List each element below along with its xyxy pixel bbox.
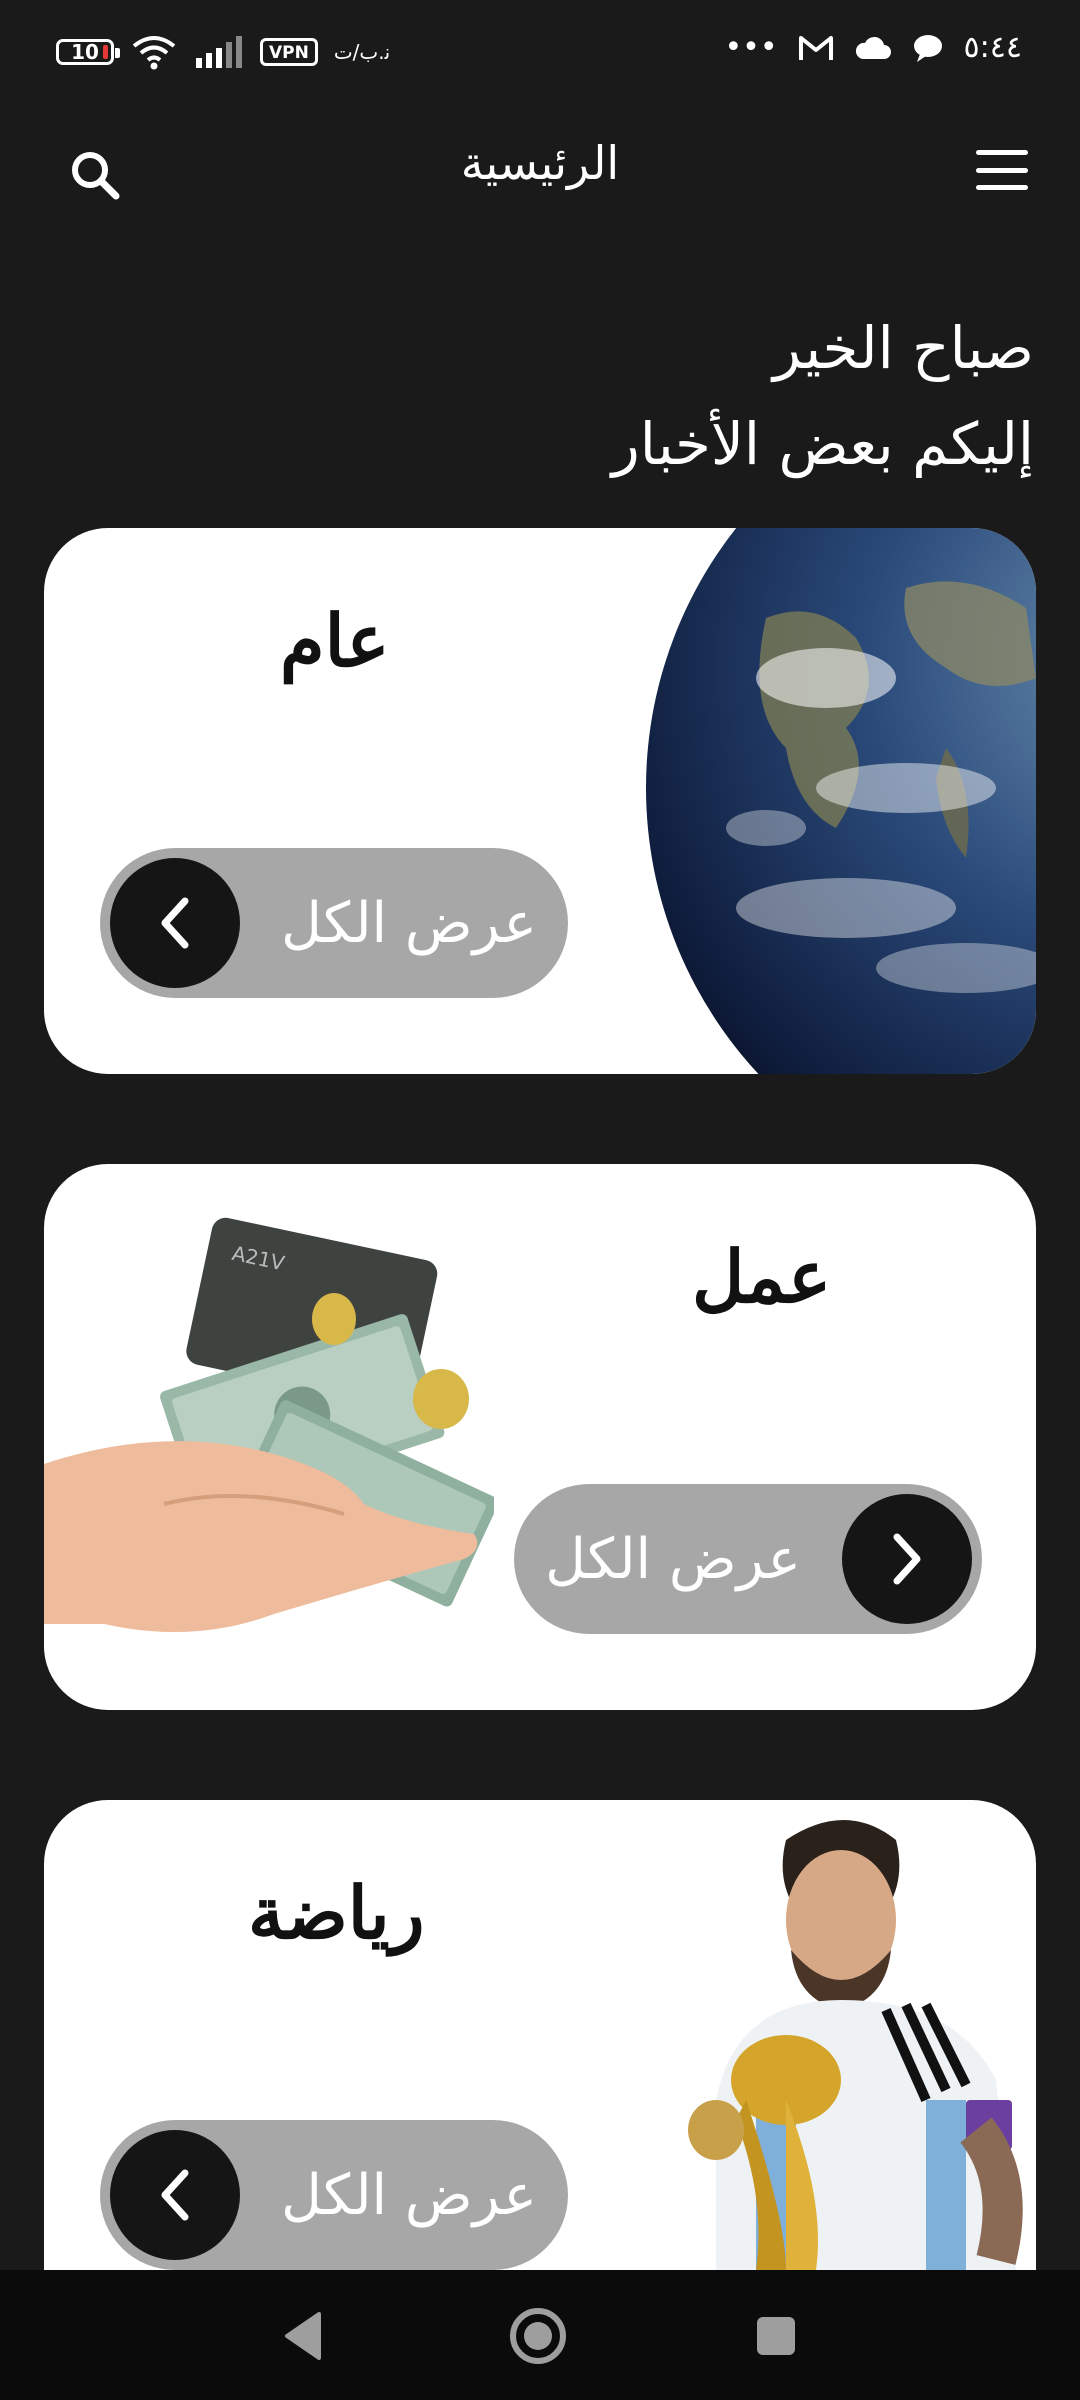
- home-button[interactable]: [506, 2304, 570, 2368]
- chevron-left-icon: [161, 2169, 189, 2221]
- chevron-right-icon: [893, 1533, 921, 1585]
- view-all-button[interactable]: عرض الكل: [514, 1484, 982, 1634]
- battery-level: 10: [71, 40, 99, 64]
- view-all-label: عرض الكل: [281, 890, 537, 956]
- category-title: عام: [280, 598, 390, 683]
- hand-with-money-image: A21V: [44, 1217, 494, 1632]
- menu-line: [976, 185, 1028, 190]
- signal-icon: [196, 36, 242, 68]
- carrier-text: ﻧ.ﺏ/ﺕ: [333, 40, 391, 64]
- menu-line: [976, 167, 1028, 173]
- category-card-sports[interactable]: رياضة عرض الكل: [44, 1800, 1036, 2270]
- category-card-business[interactable]: A21V عمل عرض الكل: [44, 1164, 1036, 1710]
- app-header: الرئيسية: [0, 110, 1080, 230]
- system-navigation-bar: [0, 2270, 1080, 2400]
- player-with-trophy-image: [688, 1820, 1023, 2270]
- recents-square-icon: [757, 2317, 795, 2355]
- page-title: الرئيسية: [460, 136, 620, 190]
- cloud-icon: [855, 36, 891, 59]
- chevron-left-icon: [161, 897, 189, 949]
- greeting-line-2: إليكم بعض الأخبار: [611, 410, 1034, 478]
- category-card-general[interactable]: عام عرض الكل: [44, 528, 1036, 1074]
- view-all-button[interactable]: عرض الكل: [100, 848, 568, 998]
- view-all-label: عرض الكل: [281, 2162, 537, 2228]
- category-title: عمل: [692, 1234, 832, 1319]
- gmail-icon: [798, 35, 833, 60]
- earth-globe-image: [646, 528, 1036, 1074]
- category-title: رياضة: [248, 1870, 425, 1955]
- status-right: ••• ٥:٤٤: [724, 30, 1022, 65]
- battery-low-indicator: [103, 45, 108, 59]
- more-notifications-icon: •••: [724, 30, 778, 65]
- chat-bubble-icon: [913, 34, 942, 62]
- clock-time: ٥:٤٤: [963, 30, 1022, 65]
- status-left: 10 VPN ﻧ.ﺏ/ﺕ: [56, 34, 390, 70]
- recents-button[interactable]: [744, 2304, 808, 2368]
- battery-icon: 10: [56, 39, 120, 65]
- view-all-label: عرض الكل: [545, 1526, 801, 1592]
- back-triangle-icon: [285, 2312, 321, 2360]
- back-button[interactable]: [270, 2304, 334, 2368]
- vpn-badge: VPN: [260, 38, 318, 66]
- view-all-button[interactable]: عرض الكل: [100, 2120, 568, 2270]
- greeting: صباح الخير إليكم بعض الأخبار: [612, 300, 1034, 492]
- arrow-circle: [110, 858, 240, 988]
- arrow-circle: [110, 2130, 240, 2260]
- wifi-icon: [132, 36, 176, 70]
- greeting-line-1: صباح الخير: [772, 314, 1034, 382]
- menu-line: [976, 150, 1028, 155]
- home-circle-icon: [510, 2308, 566, 2364]
- hamburger-menu-icon[interactable]: [976, 150, 1028, 190]
- arrow-circle: [842, 1494, 972, 1624]
- status-bar: 10 VPN ﻧ.ﺏ/ﺕ ••• ٥:٤٤: [0, 0, 1080, 110]
